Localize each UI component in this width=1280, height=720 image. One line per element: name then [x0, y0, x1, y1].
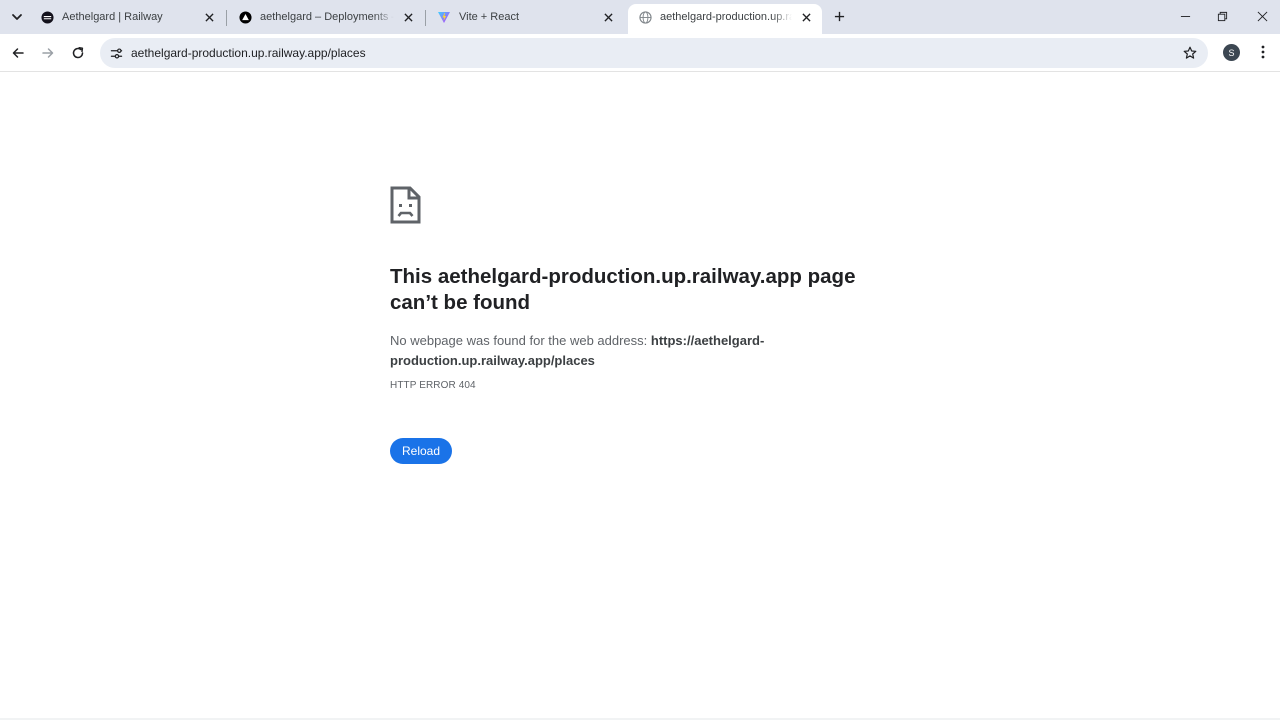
chevron-down-icon: [12, 14, 22, 20]
refresh-icon: [72, 47, 84, 59]
tab-title: aethelgard – Deployments – Vercel: [260, 11, 394, 23]
reload-nav-button[interactable]: [66, 41, 90, 65]
close-icon[interactable]: [400, 9, 416, 25]
close-icon[interactable]: [798, 9, 814, 25]
arrow-right-icon: [42, 48, 54, 58]
tab-vercel[interactable]: aethelgard – Deployments – Vercel: [228, 4, 424, 30]
tab-search-button[interactable]: [6, 6, 28, 28]
error-code: HTTP ERROR 404: [390, 380, 476, 391]
page-title: This aethelgard-production.up.railway.ap…: [390, 265, 856, 314]
close-icon: [1257, 11, 1267, 21]
close-icon[interactable]: [600, 9, 616, 25]
restore-icon: [1217, 11, 1227, 21]
url-text[interactable]: aethelgard-production.up.railway.app/pla…: [131, 46, 366, 60]
tab-strip: Aethelgard | Railway aethelgard – Deploy…: [0, 0, 1280, 36]
tab-separator: [226, 10, 227, 26]
globe-icon: [638, 10, 652, 24]
tab-separator: [425, 10, 426, 26]
close-icon[interactable]: [201, 9, 217, 25]
error-description: No webpage was found for the web address…: [390, 331, 790, 371]
tab-active[interactable]: aethelgard-production.up.railway.app/pla…: [628, 4, 822, 36]
railway-icon: [40, 10, 54, 24]
plus-icon: [834, 11, 844, 21]
new-tab-button[interactable]: [830, 7, 848, 25]
browser-toolbar: aethelgard-production.up.railway.app/pla…: [0, 34, 1280, 72]
tab-title: Vite + React: [459, 11, 520, 23]
reload-button[interactable]: Reload: [390, 438, 452, 464]
minimize-button[interactable]: [1167, 0, 1203, 32]
browser-menu-button[interactable]: [1253, 42, 1273, 62]
sad-document-icon: [390, 186, 421, 224]
back-button[interactable]: [6, 41, 30, 65]
window-close-button[interactable]: [1244, 0, 1280, 32]
star-icon: [1183, 46, 1197, 59]
minimize-icon: [1180, 15, 1190, 17]
vite-icon: [437, 10, 451, 24]
more-vertical-icon: [1261, 45, 1265, 59]
error-page-content: This aethelgard-production.up.railway.ap…: [390, 186, 890, 464]
profile-avatar[interactable]: S: [1223, 44, 1240, 61]
vercel-icon: [238, 10, 252, 24]
tune-icon: [110, 47, 122, 59]
tab-vite[interactable]: Vite + React: [427, 4, 624, 30]
restore-button[interactable]: [1204, 0, 1240, 32]
tab-railway[interactable]: Aethelgard | Railway: [30, 4, 225, 30]
tab-title: aethelgard-production.up.railway.app/pla…: [660, 11, 792, 23]
description-prefix: No webpage was found for the web address…: [390, 333, 651, 348]
forward-button[interactable]: [36, 41, 60, 65]
arrow-left-icon: [12, 48, 24, 58]
bookmark-star-button[interactable]: [1182, 45, 1198, 61]
site-info-button[interactable]: [106, 43, 126, 63]
tab-title: Aethelgard | Railway: [62, 11, 163, 23]
address-bar[interactable]: aethelgard-production.up.railway.app/pla…: [100, 38, 1208, 68]
